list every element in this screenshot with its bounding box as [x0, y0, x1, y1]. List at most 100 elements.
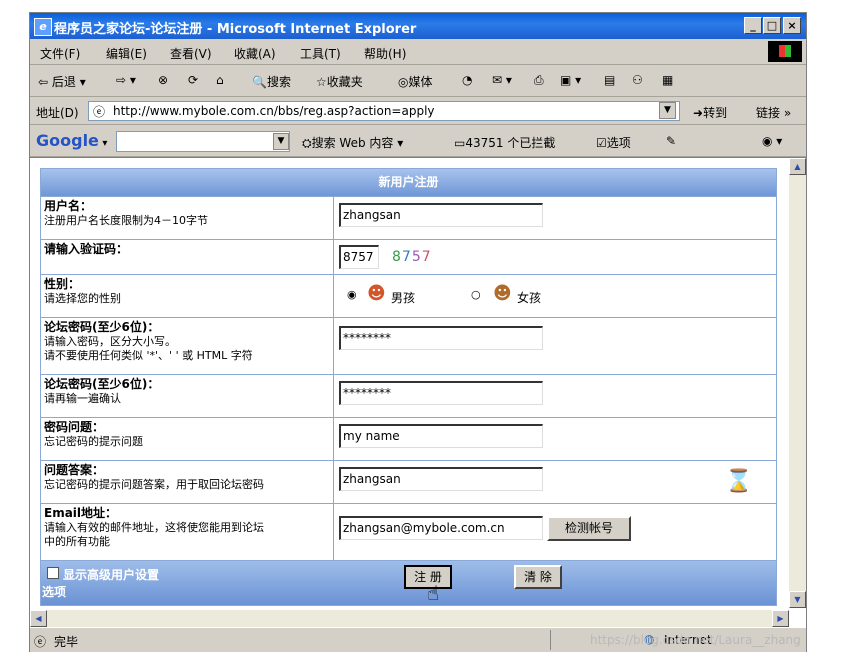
scroll-left-button[interactable]: ◀	[30, 610, 47, 627]
address-bar: 地址(D) ⓔ http://www.mybole.com.cn/bbs/reg…	[30, 97, 806, 125]
row-captcha: 请输入验证码： 8757 8757	[41, 239, 776, 274]
boy-face-icon: ☻	[367, 283, 386, 304]
male-label: 男孩	[391, 291, 416, 305]
menu-view[interactable]: 查看(V)	[170, 45, 212, 62]
google-logo-text: Google	[36, 131, 99, 150]
edit-button[interactable]: ▣ ▾	[560, 73, 581, 87]
search-web-label: 搜索 Web 内容	[311, 136, 394, 150]
answer-input[interactable]: zhangsan	[339, 467, 543, 491]
google-options-button[interactable]: ☑选项	[596, 134, 631, 151]
edit-icon: ▣	[560, 73, 572, 87]
favorites-icon: ☆	[316, 75, 327, 89]
email-cell: zhangsan@mybole.com.cn 检测帐号	[335, 504, 776, 560]
row-email: Email地址： 请输入有效的邮件地址，这将使您能用到论坛 中的所有功能 zhang…	[41, 503, 776, 560]
close-button[interactable]: ×	[783, 17, 801, 34]
address-input[interactable]: ⓔ http://www.mybole.com.cn/bbs/reg.asp?a…	[88, 101, 680, 121]
favorites-button[interactable]: ☆收藏夹	[316, 73, 363, 90]
history-button[interactable]: ◔	[462, 73, 472, 87]
google-search-input[interactable]	[116, 131, 290, 152]
gender-cell: ◉ ☻ 男孩 ○ ☻ 女孩	[335, 275, 776, 317]
popup-blocked-count: 43751 个已拦截	[465, 136, 556, 150]
row-answer: 问题答案： 忘记密码的提示问题答案，用于取回论坛密码 zhangsan ⌛	[41, 460, 776, 503]
password-confirm-label: 论坛密码(至少6位)： 请再输一遍确认	[41, 375, 334, 417]
advanced-settings-checkbox[interactable]	[47, 567, 59, 579]
research-icon: ▦	[662, 73, 674, 87]
email-label: Email地址： 请输入有效的邮件地址，这将使您能用到论坛 中的所有功能	[41, 504, 334, 560]
research-button[interactable]: ▦	[662, 73, 673, 87]
refresh-button[interactable]: ⟳	[188, 73, 198, 87]
binoculars-icon: ⛭	[302, 136, 312, 150]
pencil-icon[interactable]: ✎	[666, 134, 676, 148]
password-confirm-input[interactable]: ********	[339, 381, 543, 405]
check-account-button[interactable]: 检测帐号	[547, 516, 631, 541]
scroll-up-button[interactable]: ▲	[789, 158, 806, 175]
stop-icon: ⊗	[158, 73, 169, 87]
male-radio[interactable]: ◉	[347, 288, 357, 301]
page-icon: ⓔ	[93, 105, 106, 119]
password-input[interactable]: ********	[339, 326, 543, 350]
female-radio[interactable]: ○	[471, 288, 481, 301]
arrow-right-icon: ▶	[777, 614, 784, 623]
links-button[interactable]: 链接 »	[756, 104, 791, 121]
scroll-down-button[interactable]: ▼	[789, 591, 806, 608]
discuss-icon: ▤	[604, 73, 616, 87]
search-web-button[interactable]: ⛭搜索 Web 内容 ▾	[302, 134, 403, 151]
refresh-icon: ⟳	[188, 73, 199, 87]
forward-button[interactable]: ⇨ ▾	[116, 73, 136, 87]
menu-favorites[interactable]: 收藏(A)	[234, 45, 276, 62]
address-url: http://www.mybole.com.cn/bbs/reg.asp?act…	[113, 104, 435, 118]
username-input[interactable]: zhangsan	[339, 203, 543, 227]
stop-button[interactable]: ⊗	[158, 73, 168, 87]
go-button[interactable]: ➜转到	[693, 104, 727, 121]
form-heading: 新用户注册	[41, 169, 776, 196]
captcha-label: 请输入验证码：	[41, 240, 334, 274]
search-button[interactable]: 🔍搜索	[252, 73, 291, 90]
registration-form: 新用户注册 用户名： 注册用户名长度限制为4－10字节 zhangsan 请输入验…	[40, 168, 777, 606]
gender-label: 性别： 请选择您的性别	[41, 275, 334, 317]
messenger-button[interactable]: ⚇	[632, 73, 643, 87]
answer-desc: 忘记密码的提示问题答案，用于取回论坛密码	[44, 478, 264, 491]
menu-edit[interactable]: 编辑(E)	[106, 45, 147, 62]
menu-tools[interactable]: 工具(T)	[300, 45, 341, 62]
back-arrow-icon: ⇦	[38, 75, 49, 89]
horizontal-scrollbar[interactable]: ◀ ▶	[30, 610, 789, 627]
password-confirm-cell: ********	[335, 375, 776, 417]
windows-logo-icon	[768, 41, 802, 62]
page-viewport: 新用户注册 用户名： 注册用户名长度限制为4－10字节 zhangsan 请输入验…	[30, 157, 806, 627]
home-button[interactable]: ⌂	[216, 73, 224, 87]
arrow-down-icon: ▼	[794, 595, 801, 604]
female-label: 女孩	[517, 291, 542, 305]
back-button[interactable]: ⇦ 后退 ▾	[38, 73, 86, 90]
password-desc2: 请不要使用任何类似 '*'、' ' 或 HTML 字符	[44, 349, 253, 362]
discuss-button[interactable]: ▤	[604, 73, 615, 87]
menu-file[interactable]: 文件(F)	[40, 45, 80, 62]
row-password-confirm: 论坛密码(至少6位)： 请再输一遍确认 ********	[41, 374, 776, 417]
email-title: Email地址：	[44, 506, 118, 520]
minimize-button[interactable]: _	[744, 17, 762, 34]
hourglass-cursor-icon: ⌛	[725, 469, 753, 494]
captcha-image: 8757	[392, 249, 432, 265]
google-search-dropdown[interactable]: ▼	[273, 133, 289, 150]
print-button[interactable]: ⎙	[534, 73, 544, 88]
vertical-scrollbar[interactable]: ▲ ▼	[789, 158, 806, 608]
media-button[interactable]: ◎媒体	[398, 73, 433, 90]
google-logo[interactable]: Google ▾	[36, 131, 107, 150]
email-input[interactable]: zhangsan@mybole.com.cn	[339, 516, 543, 540]
reset-button[interactable]: 清 除	[514, 565, 562, 589]
username-cell: zhangsan	[335, 197, 776, 239]
address-dropdown-button[interactable]: ▼	[659, 102, 676, 119]
question-input[interactable]: my name	[339, 424, 543, 448]
girl-face-icon: ☻	[493, 283, 512, 304]
popup-blocker-button[interactable]: ▭43751 个已拦截	[454, 134, 555, 151]
captcha-input[interactable]: 8757	[339, 245, 379, 269]
forward-arrow-icon: ⇨	[116, 73, 127, 87]
maximize-button[interactable]: □	[763, 17, 781, 34]
username-label: 用户名： 注册用户名长度限制为4－10字节	[41, 197, 334, 239]
captcha-digit: 7	[401, 249, 412, 265]
question-label: 密码问题： 忘记密码的提示问题	[41, 418, 334, 460]
email-desc2: 中的所有功能	[44, 535, 110, 548]
mail-button[interactable]: ✉ ▾	[492, 73, 512, 87]
menu-help[interactable]: 帮助(H)	[364, 45, 406, 62]
scroll-right-button[interactable]: ▶	[772, 610, 789, 627]
messenger-dropdown-button[interactable]: ◉ ▾	[762, 134, 782, 148]
